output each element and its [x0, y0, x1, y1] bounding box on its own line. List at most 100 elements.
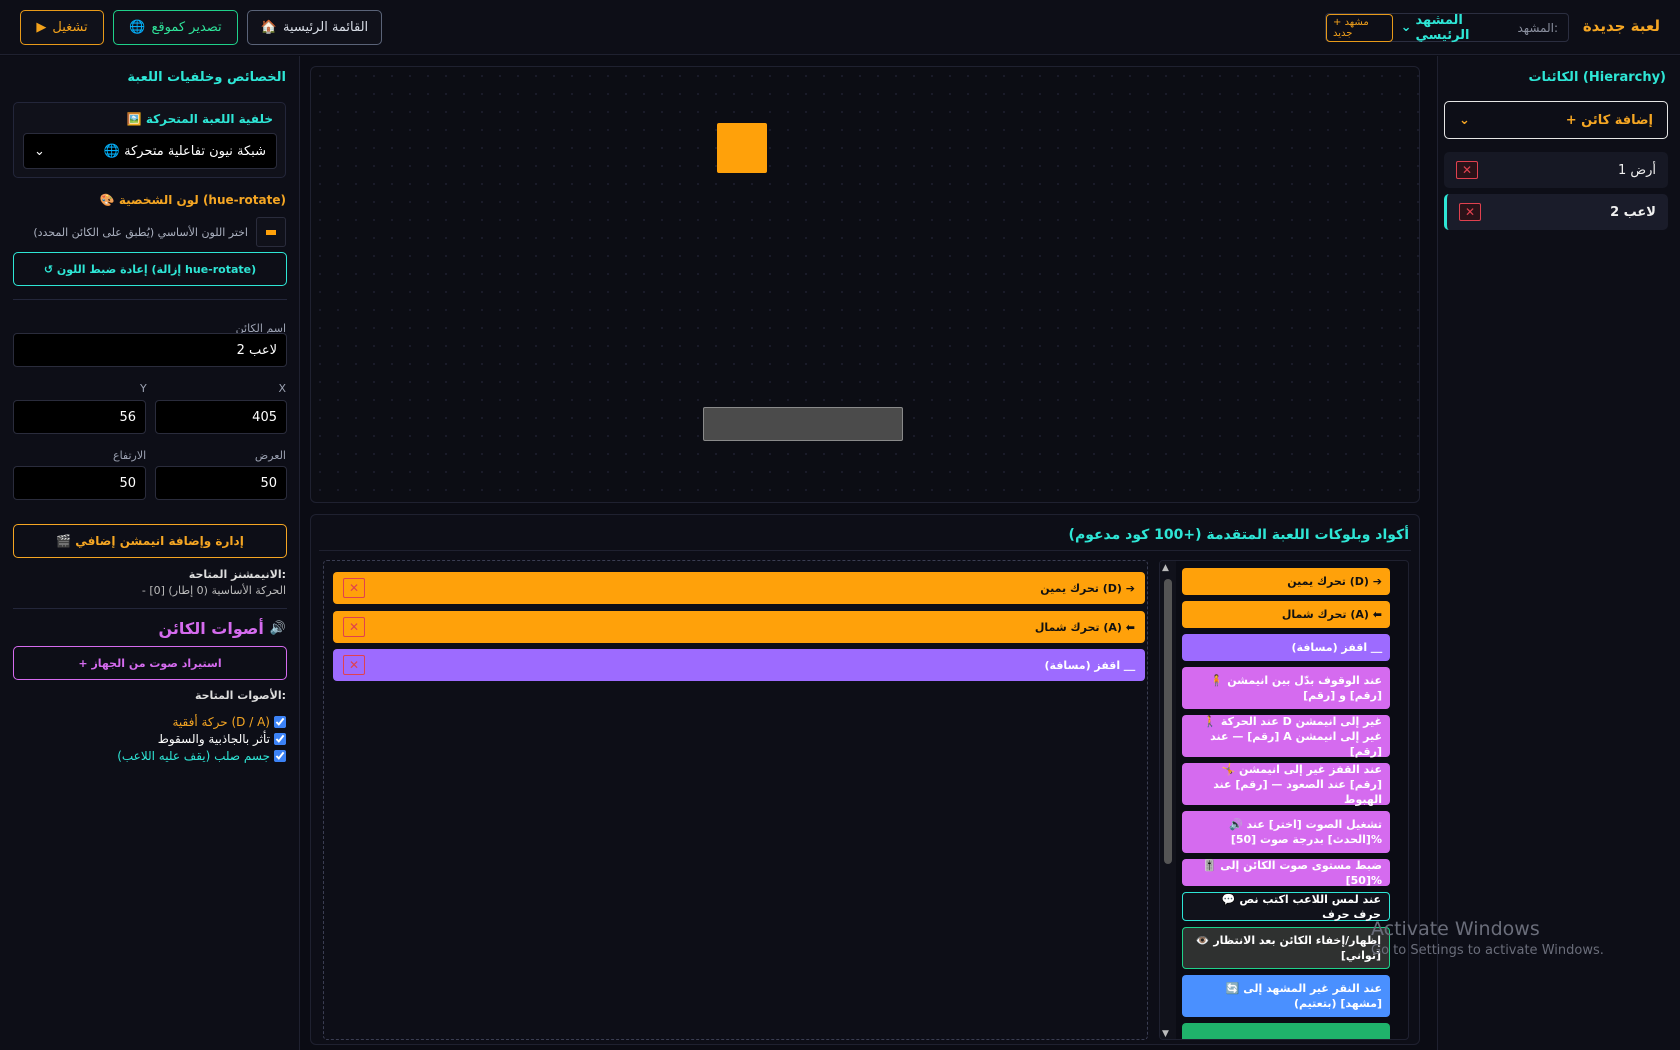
export-label: تصدير كموقع — [151, 20, 222, 35]
palette-block[interactable]: 🤸 عند القفز غير إلى انيمشن [رقم] عند الص… — [1182, 763, 1390, 806]
blocks-workspace[interactable]: ✕ تحرك يمين (D) ➔ ✕ تحرك شمال (A) ⬅ ✕ اق… — [323, 560, 1148, 1040]
check-solid-body[interactable]: جسم صلب (يقف عليه اللاعب) — [117, 749, 286, 763]
sounds-title-label: أصوات الكائن — [158, 619, 264, 638]
hierarchy-title: الكائنات (Hierarchy) — [1528, 70, 1666, 85]
palette-block[interactable]: 💬 عند لمس اللاعب اكتب نص حرف حرف — [1182, 892, 1390, 921]
code-blocks-panel: أكواد وبلوكات اللعبة المتقدمة (+100 كود … — [310, 514, 1420, 1045]
game-canvas[interactable] — [310, 66, 1420, 503]
add-object-button[interactable]: ⌄ + إضافة كائن — [1444, 101, 1668, 139]
checkbox[interactable] — [274, 733, 286, 745]
windows-watermark-subtitle: Go to Settings to activate Windows. — [1371, 943, 1604, 958]
hierarchy-item-player[interactable]: ✕ لاعب 2 — [1444, 194, 1668, 230]
export-website-button[interactable]: 🌐 تصدير كموقع — [113, 10, 238, 45]
width-input[interactable]: 50 — [155, 466, 287, 500]
import-sound-button[interactable]: + استيراد صوت من الجهاز — [13, 646, 287, 680]
checkbox[interactable] — [274, 750, 286, 762]
block-label: تحرك يمين (D) ➔ — [1040, 581, 1135, 595]
block-label: تحرك شمال (A) ⬅ — [1034, 620, 1135, 634]
globe-icon: 🌐 — [129, 20, 146, 35]
hierarchy-item-ground[interactable]: ✕ أرض 1 — [1444, 152, 1668, 188]
checkbox[interactable] — [274, 716, 286, 728]
workspace-block[interactable]: ✕ تحرك شمال (A) ⬅ — [333, 611, 1145, 643]
scroll-down-icon[interactable]: ▼ — [1162, 1029, 1169, 1039]
y-input[interactable]: 56 — [13, 400, 146, 434]
character-color-title: 🎨 لون الشخصية (hue-rotate) — [99, 193, 286, 207]
add-object-label: + إضافة كائن — [1565, 112, 1653, 128]
run-label: تشغيل — [52, 20, 88, 35]
background-card: 🖼️ خلفية اللعبة المتحركة ⌄ 🌐 شبكة نيون ت… — [13, 102, 286, 178]
chevron-down-icon: ⌄ — [1400, 20, 1412, 35]
color-swatch-input[interactable] — [256, 217, 286, 247]
background-card-title: 🖼️ خلفية اللعبة المتحركة — [126, 112, 273, 126]
check-label: حركة أفقية (D / A) — [172, 715, 270, 729]
palette-block[interactable]: 🚶 عند الحركة D غير إلى انيمشن [رقم] — عن… — [1182, 715, 1390, 758]
reset-color-button[interactable]: ↺ إعادة ضبط اللون (إزالة hue-rotate) — [13, 252, 287, 286]
palette-block[interactable]: 🎚️ ضبط مستوى صوت الكائن إلى [50]% — [1182, 859, 1390, 887]
workspace-block[interactable]: ✕ تحرك يمين (D) ➔ — [333, 572, 1145, 604]
top-toolbar: ▶ تشغيل 🌐 تصدير كموقع 🏠 القائمة الرئيسية… — [0, 0, 1680, 55]
run-icon: ▶ — [36, 20, 47, 35]
blocks-title: أكواد وبلوكات اللعبة المتقدمة (+100 كود … — [1068, 527, 1409, 543]
ground-object[interactable] — [703, 407, 903, 441]
sounds-title: أصوات الكائن 🔊 — [158, 619, 286, 638]
scene-selector-bar: + مشهد جديد ⌄ المشهد الرئيسي المشهد: — [1325, 13, 1569, 43]
animation-item: - [0] الحركة الأساسية (0 إطار) — [141, 584, 286, 597]
height-input[interactable]: 50 — [13, 466, 146, 500]
palette-block[interactable]: تحرك شمال (A) ⬅ — [1182, 601, 1390, 628]
palette-block[interactable]: 🔄 عند النقر غير المشهد إلى [مشهد] (بتعتي… — [1182, 975, 1390, 1017]
chevron-down-icon: ⌄ — [34, 143, 45, 159]
home-label: القائمة الرئيسية — [283, 20, 369, 35]
height-label: الارتفاع — [113, 449, 147, 462]
blocks-palette[interactable]: ▲ ▼ تحرك يمين (D) ➔ تحرك شمال (A) ⬅ اقفز… — [1159, 560, 1409, 1040]
app-title: لعبة جديدة — [1582, 17, 1660, 35]
color-picker-row: اختر اللون الأساسي (يُطبق على الكائن الم… — [33, 217, 286, 247]
check-gravity[interactable]: تأثر بالجاذبية والسقوط — [158, 732, 286, 746]
check-label: جسم صلب (يقف عليه اللاعب) — [117, 749, 270, 763]
scene-label: المشهد: — [1517, 20, 1558, 35]
scroll-up-icon[interactable]: ▲ — [1162, 563, 1169, 573]
width-label: العرض — [254, 449, 286, 462]
color-hint: اختر اللون الأساسي (يُطبق على الكائن الم… — [33, 225, 248, 239]
properties-title: الخصائص وخلفيات اللعبة — [127, 70, 286, 85]
object-name-input[interactable]: لاعب 2 — [13, 333, 287, 367]
run-button[interactable]: ▶ تشغيل — [20, 10, 104, 45]
block-label: اقفز (مسافة) ⸏ — [1044, 658, 1135, 672]
windows-watermark-title: Activate Windows — [1371, 918, 1540, 940]
palette-block[interactable]: 🧍 عند الوقوف بدّل بين انيمشن [رقم] و [رق… — [1182, 667, 1390, 709]
palette-scrollbar[interactable]: ▲ ▼ — [1160, 561, 1176, 1039]
x-input[interactable]: 405 — [155, 400, 287, 434]
palette-block[interactable]: 👁️ إظهار/إخفاء الكائن بعد الانتظار [ثوان… — [1182, 927, 1390, 969]
hierarchy-item-label: لاعب 2 — [1610, 204, 1656, 220]
y-label: Y — [140, 382, 147, 395]
workspace-block[interactable]: ✕ اقفز (مسافة) ⸏ — [333, 649, 1145, 681]
divider — [319, 550, 1411, 551]
close-icon[interactable]: ✕ — [343, 617, 365, 637]
check-horizontal-move[interactable]: حركة أفقية (D / A) — [172, 715, 286, 729]
scene-select[interactable]: ⌄ المشهد الرئيسي — [1401, 13, 1510, 43]
palette-block[interactable]: اقفز (مسافة) ⸏ — [1182, 634, 1390, 661]
palette-block[interactable] — [1182, 1023, 1390, 1039]
palette-block[interactable]: تحرك يمين (D) ➔ — [1182, 568, 1390, 595]
hierarchy-panel: الكائنات (Hierarchy) ⌄ + إضافة كائن ✕ أر… — [1437, 56, 1680, 1050]
available-sounds-title: الأصوات المتاحة: — [194, 689, 286, 702]
new-scene-button[interactable]: + مشهد جديد — [1326, 13, 1393, 42]
scene-current: المشهد الرئيسي — [1415, 12, 1470, 43]
background-select[interactable]: ⌄ 🌐 شبكة نيون تفاعلية متحركة — [23, 133, 277, 169]
player-object[interactable] — [717, 123, 767, 173]
close-icon[interactable]: ✕ — [343, 578, 365, 598]
scroll-thumb[interactable] — [1164, 579, 1172, 864]
speaker-icon: 🔊 — [269, 621, 286, 636]
animations-title: الانيمشنز المتاحة: — [188, 568, 286, 581]
close-icon[interactable]: ✕ — [343, 655, 365, 675]
close-icon[interactable]: ✕ — [1456, 161, 1478, 179]
main-menu-button[interactable]: 🏠 القائمة الرئيسية — [247, 10, 382, 45]
check-label: تأثر بالجاذبية والسقوط — [157, 732, 270, 746]
home-icon: 🏠 — [260, 20, 278, 35]
close-icon[interactable]: ✕ — [1459, 203, 1481, 221]
palette-block[interactable]: 🔊 تشغيل الصوت [اختر] عند [الحدث] بدرجة ص… — [1182, 811, 1390, 853]
properties-panel: الخصائص وخلفيات اللعبة 🖼️ خلفية اللعبة ا… — [0, 56, 300, 1050]
background-value: 🌐 شبكة نيون تفاعلية متحركة — [103, 143, 266, 159]
manage-animation-button[interactable]: 🎬 إدارة وإضافة انيمشن إضافي — [13, 524, 287, 558]
x-label: X — [278, 382, 286, 395]
divider — [13, 299, 287, 300]
